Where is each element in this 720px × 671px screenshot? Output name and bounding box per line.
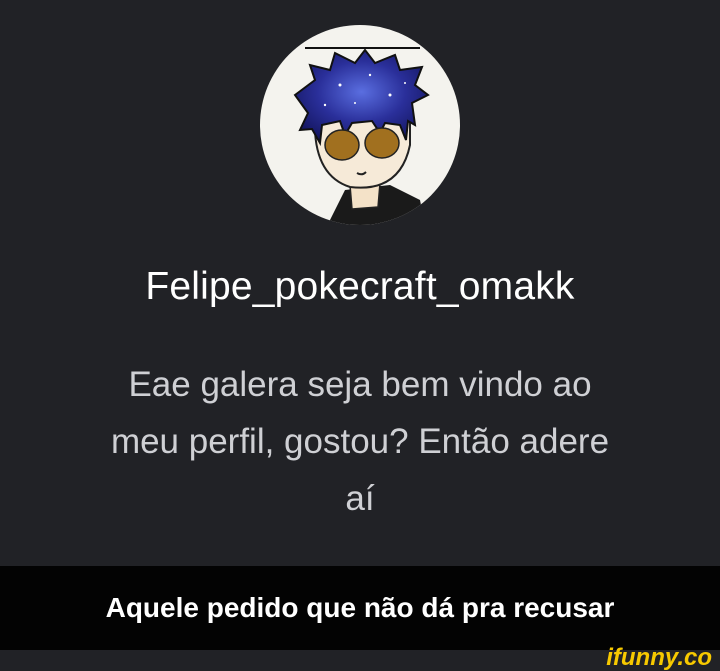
meme-caption: Aquele pedido que não dá pra recusar xyxy=(105,592,615,623)
caption-bar: Aquele pedido que não dá pra recusar xyxy=(0,566,720,650)
avatar[interactable] xyxy=(260,25,460,225)
bio-line: aí xyxy=(345,479,375,518)
profile-card: Felipe_pokecraft_omakk Eae galera seja b… xyxy=(0,0,720,566)
bio-line: Eae galera seja bem vindo ao xyxy=(128,365,592,404)
username: Felipe_pokecraft_omakk xyxy=(145,265,575,308)
profile-bio: Eae galera seja bem vindo ao meu perfil,… xyxy=(40,356,680,527)
avatar-drawing xyxy=(293,47,430,225)
ifunny-watermark: ifunny.co xyxy=(606,644,712,671)
bio-line: meu perfil, gostou? Então adere xyxy=(110,422,610,461)
footer-strip: ifunny.co xyxy=(0,645,720,671)
